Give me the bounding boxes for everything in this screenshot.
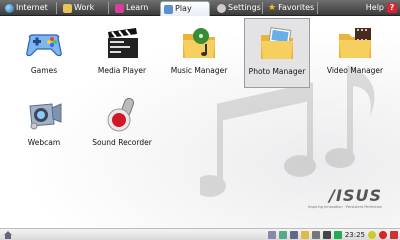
book-icon bbox=[115, 3, 124, 13]
play-folder-icon bbox=[164, 4, 173, 14]
tab-separator bbox=[262, 2, 263, 14]
app-photo-manager[interactable]: Photo Manager bbox=[244, 18, 310, 88]
tab-learn[interactable]: Learn bbox=[112, 1, 148, 15]
tab-internet[interactable]: Internet bbox=[2, 1, 48, 15]
app-video-manager[interactable]: Video Manager bbox=[322, 18, 388, 88]
app-label: Games bbox=[30, 66, 58, 75]
app-label: Sound Recorder bbox=[92, 138, 152, 147]
brand-tagline: Inspiring Innovation · Persistent Perfec… bbox=[307, 205, 382, 209]
star-icon: ★ bbox=[268, 3, 277, 13]
app-label: Music Manager bbox=[170, 66, 228, 75]
system-tray: 23:25 bbox=[267, 230, 398, 240]
app-launcher-area: Games Media Player Music Manager Photo M… bbox=[0, 16, 400, 228]
home-icon[interactable] bbox=[3, 230, 13, 240]
app-games[interactable]: Games bbox=[11, 18, 77, 88]
bottom-taskbar: 23:25 bbox=[0, 228, 400, 240]
wifi-icon[interactable] bbox=[333, 231, 342, 239]
tab-work[interactable]: Work bbox=[60, 1, 94, 15]
clapperboard-icon bbox=[108, 28, 138, 58]
clock: 23:25 bbox=[344, 231, 365, 239]
tab-label: Settings bbox=[228, 3, 261, 12]
keyboard-icon[interactable] bbox=[267, 231, 276, 239]
brand-logo: /ISUS bbox=[329, 186, 382, 205]
app-music-manager[interactable]: Music Manager bbox=[166, 18, 232, 88]
app-label: Photo Manager bbox=[248, 67, 306, 76]
tab-label: Work bbox=[74, 3, 95, 12]
tab-settings[interactable]: Settings bbox=[214, 1, 261, 15]
wrench-icon bbox=[217, 3, 226, 13]
tab-label: Learn bbox=[126, 3, 149, 12]
asus-logo: /ISUS Inspiring Innovation · Persistent … bbox=[308, 186, 382, 209]
folder-icon bbox=[63, 3, 72, 13]
app-sound-recorder[interactable]: Sound Recorder bbox=[89, 90, 155, 160]
video-folder-icon bbox=[339, 28, 371, 58]
tab-play[interactable]: Play bbox=[160, 1, 210, 16]
printer-icon[interactable] bbox=[311, 231, 320, 239]
tab-favorites[interactable]: ★ Favorites bbox=[265, 1, 314, 15]
tab-label: Internet bbox=[16, 3, 48, 12]
tab-label: Favorites bbox=[278, 3, 315, 12]
alert-icon[interactable] bbox=[379, 231, 387, 239]
tab-separator bbox=[317, 2, 318, 14]
webcam-icon bbox=[29, 103, 62, 130]
power-icon[interactable] bbox=[390, 231, 398, 239]
help-icon: ? bbox=[387, 3, 397, 13]
photo-folder-icon bbox=[261, 27, 293, 59]
display-icon[interactable] bbox=[289, 231, 298, 239]
battery-icon[interactable] bbox=[368, 231, 376, 239]
app-label: Video Manager bbox=[326, 66, 384, 75]
tab-label: Play bbox=[175, 4, 192, 13]
microphone-record-icon bbox=[107, 97, 135, 132]
network-icon[interactable] bbox=[278, 231, 287, 239]
tab-separator bbox=[108, 2, 109, 14]
folder-icon[interactable] bbox=[300, 231, 309, 239]
music-folder-icon bbox=[183, 28, 215, 58]
app-webcam[interactable]: Webcam bbox=[11, 90, 77, 160]
app-label: Media Player bbox=[97, 66, 147, 75]
app-label: Webcam bbox=[27, 138, 61, 147]
globe-icon bbox=[5, 3, 14, 13]
help-button[interactable]: Help ? bbox=[366, 1, 397, 15]
app-media-player[interactable]: Media Player bbox=[89, 18, 155, 88]
top-tab-bar: Internet Work Learn Play Settings ★ Favo… bbox=[0, 0, 400, 16]
help-label: Help bbox=[365, 3, 384, 12]
volume-icon[interactable] bbox=[322, 231, 331, 239]
gamepad-icon bbox=[26, 34, 62, 57]
tab-separator bbox=[56, 2, 57, 14]
